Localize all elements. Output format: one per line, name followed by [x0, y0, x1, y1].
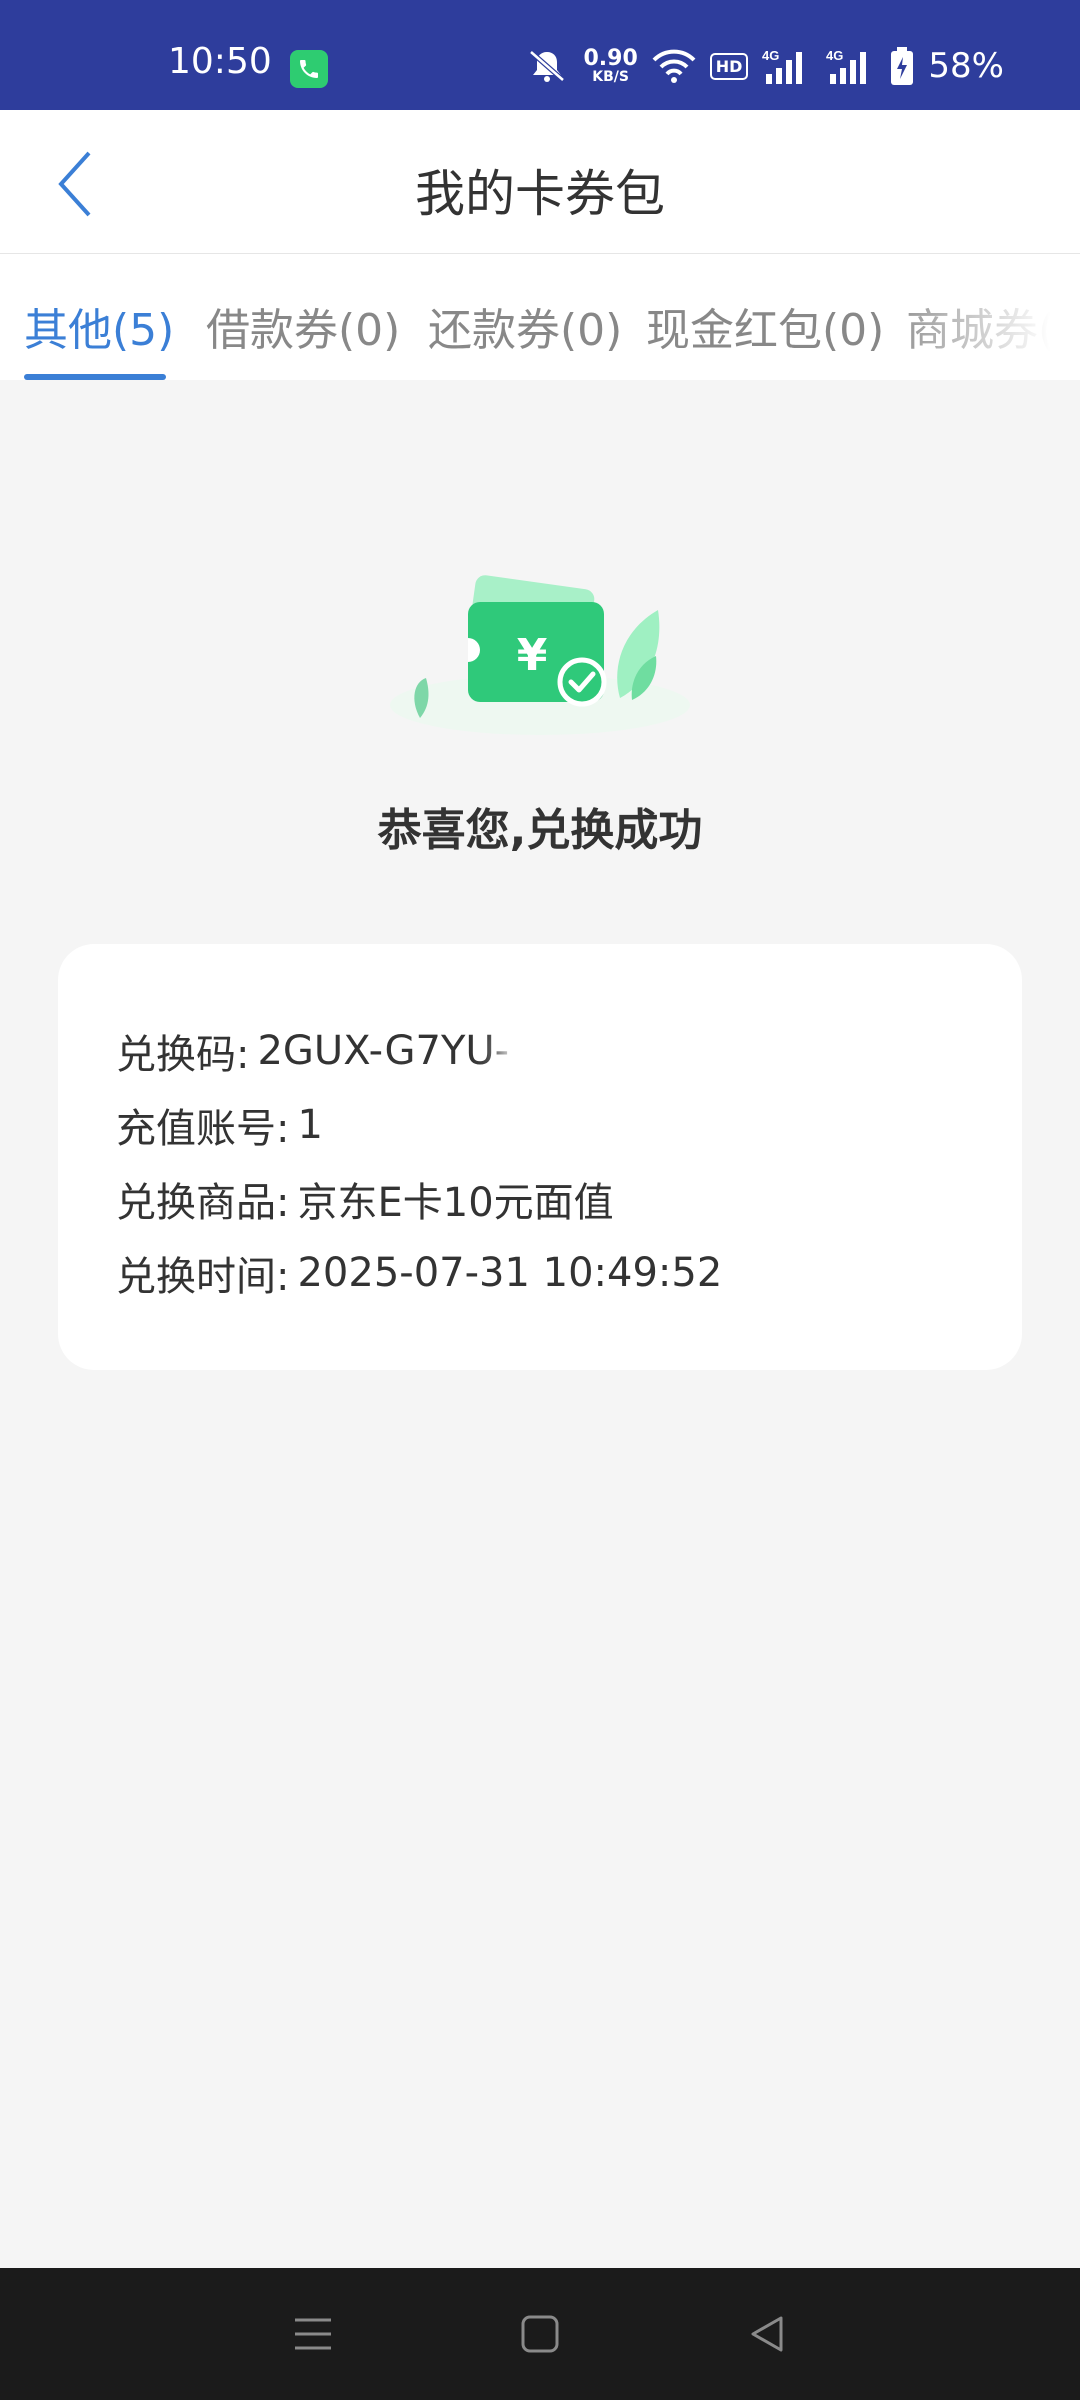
redacted-mask: [513, 1025, 704, 1077]
signal1-label: 4G: [762, 48, 779, 63]
tab-bar: 其他(5) 借款券(0) 还款券(0) 现金红包(0) 商城券(0): [0, 254, 1080, 380]
hd-icon: HD: [709, 52, 749, 80]
info-row-product: 兑换商品: 京东E卡10元面值: [116, 1162, 1022, 1236]
active-tab-indicator: [24, 374, 166, 380]
phone-call-icon: [290, 50, 328, 88]
mute-vibrate-icon: [525, 48, 569, 84]
redemption-info-card: 兑换码: 2GUX-G7YU- 充值账号: 1 兑换商品: 京东E卡10元面值 …: [58, 944, 1022, 1370]
success-title: 恭喜您,兑换成功: [377, 805, 703, 856]
code-label: 兑换码:: [116, 1032, 250, 1078]
account-label: 充值账号:: [116, 1106, 290, 1152]
svg-text:¥: ¥: [517, 630, 548, 681]
system-nav-bar: [0, 2268, 1080, 2400]
status-bar: 10:50 0.90 KB/S HD 4G 4G 58%: [0, 0, 1080, 110]
info-row-time: 兑换时间: 2025-07-31 10:49:52: [116, 1236, 1022, 1310]
menu-button[interactable]: [273, 2294, 353, 2374]
info-row-code: 兑换码: 2GUX-G7YU-: [116, 1014, 1022, 1088]
network-speed-value: 0.90: [583, 46, 638, 71]
time-label: 兑换时间:: [116, 1254, 290, 1300]
back-nav-button[interactable]: [727, 2294, 807, 2374]
tab-loan-coupon[interactable]: 借款券(0): [206, 294, 400, 358]
network-speed: 0.90 KB/S: [583, 46, 638, 85]
redacted-mask: [352, 1099, 583, 1151]
page-title: 我的卡券包: [415, 165, 665, 223]
signal-icon: 4G: [762, 48, 812, 84]
home-square-icon: [521, 2315, 559, 2353]
product-value: 京东E卡10元面值: [297, 1180, 614, 1226]
wallet-yuan-check-icon: ¥: [380, 560, 700, 740]
tab-repayment-coupon[interactable]: 还款券(0): [428, 294, 622, 358]
account-value: 1: [297, 1102, 323, 1148]
time-value: 2025-07-31 10:49:52: [297, 1250, 723, 1296]
wifi-icon: [652, 48, 696, 84]
header: 我的卡券包: [0, 110, 1080, 254]
battery-charging-icon: [890, 47, 914, 85]
menu-icon: [295, 2318, 332, 2350]
battery-percentage: 58%: [928, 46, 1004, 86]
info-row-account: 充值账号: 1: [116, 1088, 1022, 1162]
code-value: 2GUX-G7YU-: [257, 1028, 510, 1074]
status-time: 10:50: [168, 41, 272, 82]
tab-mall-coupon[interactable]: 商城券(0): [906, 294, 1080, 358]
signal-icon: 4G: [826, 48, 876, 84]
tab-other[interactable]: 其他(5): [24, 294, 174, 358]
signal2-label: 4G: [826, 48, 843, 63]
home-button[interactable]: [500, 2294, 580, 2374]
tab-cash-red-packet[interactable]: 现金红包(0): [646, 294, 884, 358]
back-triangle-icon: [751, 2316, 783, 2352]
product-label: 兑换商品:: [116, 1180, 290, 1226]
status-icons: 0.90 KB/S HD 4G 4G 58%: [525, 44, 1004, 88]
network-speed-unit: KB/S: [592, 69, 629, 85]
